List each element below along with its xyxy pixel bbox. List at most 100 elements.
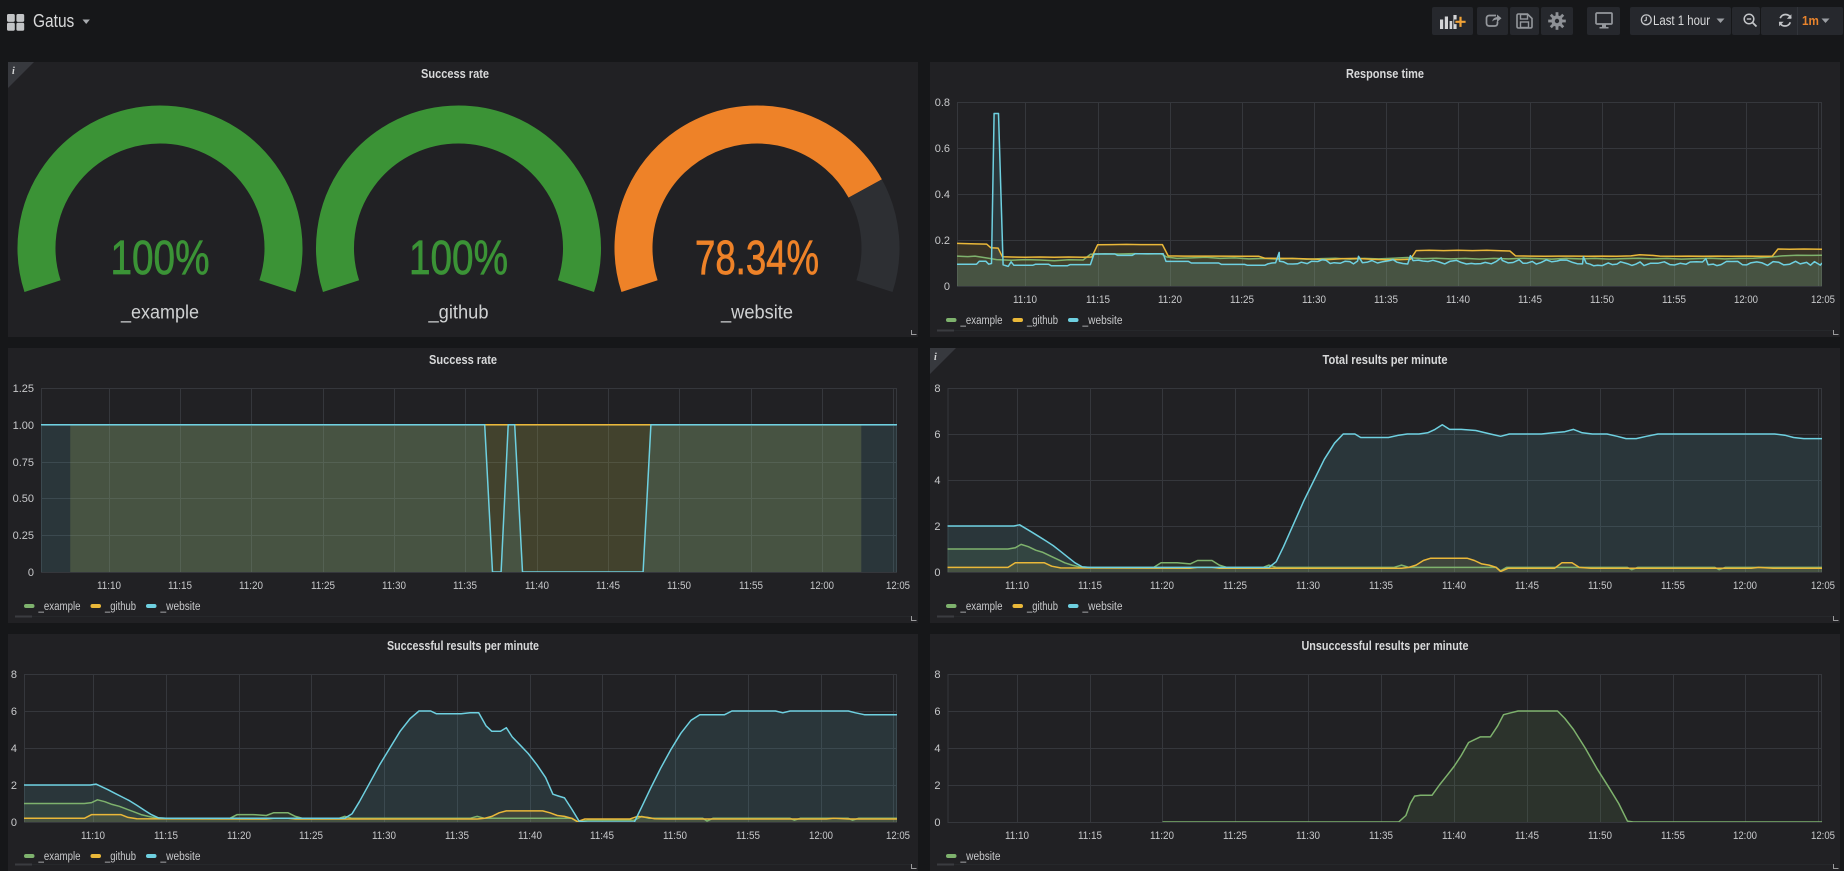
svg-text:11:15: 11:15 [154,830,178,842]
svg-text:11:10: 11:10 [97,580,121,592]
svg-text:_example: _example [38,601,81,613]
svg-text:11:30: 11:30 [372,830,396,842]
svg-text:11:30: 11:30 [1296,580,1320,592]
svg-text:11:40: 11:40 [1442,580,1466,592]
svg-text:Success rate: Success rate [421,66,489,81]
svg-text:0: 0 [28,567,34,579]
svg-text:1.00: 1.00 [13,420,34,432]
svg-text:12:00: 12:00 [1734,294,1758,306]
svg-text:12:00: 12:00 [1733,580,1757,592]
svg-text:0.25: 0.25 [13,530,34,542]
svg-text:0.2: 0.2 [935,235,950,247]
svg-text:11:15: 11:15 [1086,294,1110,306]
svg-text:11:20: 11:20 [1158,294,1182,306]
svg-text:11:45: 11:45 [590,830,614,842]
svg-text:Total results per minute: Total results per minute [1323,352,1448,367]
svg-text:0: 0 [11,817,17,829]
svg-text:11:25: 11:25 [311,580,335,592]
svg-text:11:45: 11:45 [596,580,620,592]
svg-text:2: 2 [11,780,17,792]
svg-text:12:05: 12:05 [1811,830,1835,842]
svg-text:11:15: 11:15 [168,580,192,592]
svg-text:11:50: 11:50 [1588,580,1612,592]
svg-text:11:55: 11:55 [1661,830,1685,842]
svg-text:11:55: 11:55 [736,830,760,842]
svg-text:_example: _example [38,851,81,863]
svg-text:11:30: 11:30 [1296,830,1320,842]
svg-text:11:50: 11:50 [1588,830,1612,842]
svg-text:2: 2 [934,780,940,792]
svg-text:_website: _website [720,303,793,324]
svg-text:_github: _github [104,851,136,863]
svg-text:_github: _github [1026,601,1058,613]
svg-text:_website: _website [1082,601,1123,613]
svg-text:11:20: 11:20 [1150,830,1174,842]
svg-text:11:30: 11:30 [1302,294,1326,306]
svg-text:0: 0 [934,567,940,579]
svg-text:6: 6 [934,429,940,441]
svg-text:11:50: 11:50 [1590,294,1614,306]
svg-text:_github: _github [104,601,136,613]
svg-text:11:10: 11:10 [1005,580,1029,592]
svg-text:8: 8 [934,383,940,395]
svg-text:100%: 100% [111,232,210,285]
svg-text:11:45: 11:45 [1518,294,1542,306]
svg-text:12:05: 12:05 [1811,294,1835,306]
svg-text:11:25: 11:25 [1223,580,1247,592]
svg-text:11:25: 11:25 [1223,830,1247,842]
svg-text:12:05: 12:05 [886,830,910,842]
svg-text:4: 4 [11,743,17,755]
svg-text:_github: _github [1026,315,1058,327]
svg-text:_website: _website [160,601,201,613]
svg-text:0.75: 0.75 [13,457,34,469]
svg-text:Success rate: Success rate [429,352,497,367]
svg-text:0.6: 0.6 [935,143,950,155]
svg-text:_website: _website [960,851,1001,863]
svg-text:8: 8 [11,669,17,681]
svg-text:11:15: 11:15 [1078,580,1102,592]
svg-text:11:20: 11:20 [239,580,263,592]
svg-text:11:40: 11:40 [1442,830,1466,842]
svg-text:0: 0 [934,817,940,829]
svg-text:12:00: 12:00 [809,830,833,842]
svg-text:i: i [12,66,15,77]
svg-text:12:05: 12:05 [886,580,910,592]
svg-text:11:25: 11:25 [299,830,323,842]
svg-text:11:40: 11:40 [1446,294,1470,306]
svg-text:_website: _website [160,851,201,863]
svg-text:_example: _example [960,315,1003,327]
svg-text:8: 8 [934,669,940,681]
svg-text:6: 6 [934,706,940,718]
svg-text:Unsuccessful results per minut: Unsuccessful results per minute [1302,638,1469,653]
svg-text:11:55: 11:55 [1662,294,1686,306]
svg-text:Response time: Response time [1346,66,1424,81]
svg-text:11:15: 11:15 [1078,830,1102,842]
svg-text:11:25: 11:25 [1230,294,1254,306]
svg-text:_example: _example [960,601,1003,613]
svg-text:12:00: 12:00 [1733,830,1757,842]
svg-text:2: 2 [934,521,940,533]
svg-text:11:30: 11:30 [382,580,406,592]
svg-text:0.50: 0.50 [13,493,34,505]
svg-text:11:10: 11:10 [81,830,105,842]
svg-text:11:50: 11:50 [663,830,687,842]
svg-text:11:20: 11:20 [227,830,251,842]
svg-text:6: 6 [11,706,17,718]
svg-text:11:35: 11:35 [453,580,477,592]
svg-text:0: 0 [944,281,950,293]
svg-text:11:45: 11:45 [1515,830,1539,842]
svg-text:i: i [934,352,937,363]
svg-text:12:00: 12:00 [810,580,834,592]
svg-text:4: 4 [934,743,940,755]
svg-text:11:35: 11:35 [1369,830,1393,842]
svg-text:_github: _github [428,303,489,324]
svg-text:78.34%: 78.34% [695,232,819,285]
svg-text:11:40: 11:40 [518,830,542,842]
svg-text:11:10: 11:10 [1013,294,1037,306]
svg-text:Successful results per minute: Successful results per minute [387,638,539,653]
svg-text:11:35: 11:35 [1374,294,1398,306]
svg-text:11:35: 11:35 [445,830,469,842]
svg-text:4: 4 [934,475,940,487]
svg-text:11:10: 11:10 [1005,830,1029,842]
svg-text:11:55: 11:55 [739,580,763,592]
